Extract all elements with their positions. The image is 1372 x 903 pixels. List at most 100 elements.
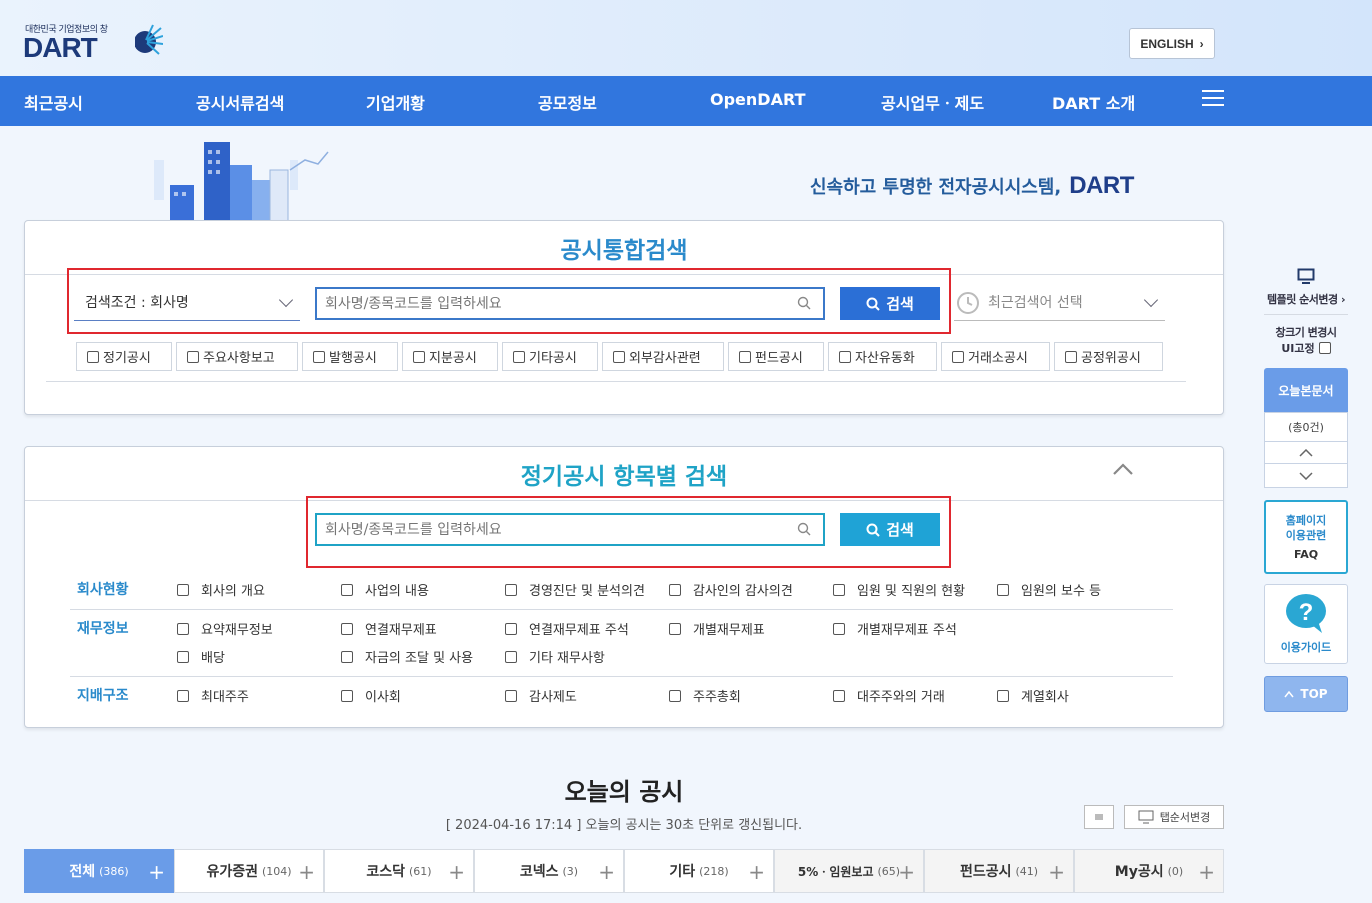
plus-icon[interactable]: +: [898, 860, 915, 884]
item-checkbox[interactable]: 회사의 개요: [177, 580, 265, 599]
item-checkbox[interactable]: 감사제도: [505, 686, 577, 705]
nav-item-opendart[interactable]: OpenDART: [710, 90, 805, 109]
plus-icon[interactable]: +: [448, 860, 465, 884]
tab-konex[interactable]: 코넥스 (3) +: [474, 849, 624, 893]
slogan: 신속하고 투명한 전자공시시스템, DART: [810, 172, 1134, 200]
periodic-search-field[interactable]: [325, 521, 765, 538]
tab-order-label: 탭순서변경: [1159, 811, 1211, 824]
item-label: 개별재무제표 주석: [857, 623, 957, 638]
tab-my[interactable]: My공시 (0) +: [1074, 849, 1224, 893]
divider: [70, 676, 1173, 677]
recent-search-select[interactable]: 최근검색어 선택: [954, 283, 1165, 321]
tab-kospi[interactable]: 유가증권 (104) +: [174, 849, 324, 893]
integrated-search-input[interactable]: [315, 287, 825, 320]
scroll-up-button[interactable]: [1264, 442, 1348, 464]
integrated-search-field[interactable]: [325, 295, 765, 312]
tab-etc[interactable]: 기타 (218) +: [624, 849, 774, 893]
item-checkbox[interactable]: 임원의 보수 등: [997, 580, 1101, 599]
tab-label: 유가증권: [206, 864, 258, 880]
tab-kosdaq[interactable]: 코스닥 (61) +: [324, 849, 474, 893]
integrated-search-button[interactable]: 검색: [840, 287, 940, 320]
search-button-label: 검색: [886, 521, 914, 539]
nav-item-company[interactable]: 기업개황: [366, 90, 425, 114]
filter-equity[interactable]: 지분공시: [402, 342, 498, 371]
logo-burst-icon: [135, 24, 163, 55]
item-label: 주주총회: [693, 690, 741, 705]
plus-icon[interactable]: +: [148, 860, 165, 884]
guide-button[interactable]: ? 이용가이드: [1264, 584, 1348, 664]
filter-other[interactable]: 기타공시: [502, 342, 598, 371]
chevron-up-icon[interactable]: [1112, 462, 1134, 476]
recent-search-label: 최근검색어 선택: [988, 294, 1083, 311]
item-checkbox[interactable]: 연결재무제표 주석: [505, 619, 629, 638]
filter-fund[interactable]: 펀드공시: [728, 342, 824, 371]
tab-all[interactable]: 전체 (386) +: [24, 849, 174, 893]
ui-fix-toggle[interactable]: UI고정: [1260, 340, 1352, 356]
item-checkbox[interactable]: 배당: [177, 647, 225, 666]
dart-logo[interactable]: DART: [23, 32, 98, 64]
today-docs-header[interactable]: 오늘본문서: [1264, 368, 1348, 412]
english-button[interactable]: ENGLISH ›: [1129, 28, 1215, 59]
tab-label: 펀드공시: [959, 864, 1012, 880]
nav-item-recent[interactable]: 최근공시: [24, 90, 83, 114]
homepage-faq-button[interactable]: 홈페이지 이용관련 FAQ: [1264, 500, 1348, 574]
item-checkbox[interactable]: 기타 재무사항: [505, 647, 605, 666]
item-checkbox[interactable]: 요약재무정보: [177, 619, 273, 638]
template-order-link[interactable]: 템플릿 순서변경 ›: [1260, 291, 1352, 307]
item-label: 계열회사: [1021, 690, 1069, 705]
filter-issuance[interactable]: 발행공시: [302, 342, 398, 371]
item-checkbox[interactable]: 계열회사: [997, 686, 1069, 705]
item-checkbox[interactable]: 감사인의 감사의견: [669, 580, 793, 599]
filter-major[interactable]: 주요사항보고: [176, 342, 298, 371]
plus-icon[interactable]: +: [748, 860, 765, 884]
scroll-down-button[interactable]: [1264, 464, 1348, 488]
grid-view-button[interactable]: [1084, 805, 1114, 829]
top-button[interactable]: TOP: [1264, 676, 1348, 712]
slogan-brand: DART: [1069, 172, 1134, 199]
template-order-label: 템플릿 순서변경: [1266, 293, 1338, 306]
item-label: 대주주와의 거래: [857, 690, 945, 705]
plus-icon[interactable]: +: [1198, 860, 1215, 884]
item-label: 사업의 내용: [365, 584, 429, 599]
item-checkbox[interactable]: 임원 및 직원의 현황: [833, 580, 965, 599]
item-checkbox[interactable]: 사업의 내용: [341, 580, 429, 599]
filter-audit[interactable]: 외부감사관련: [602, 342, 724, 371]
filter-periodic[interactable]: 정기공시: [76, 342, 172, 371]
item-checkbox[interactable]: 개별재무제표: [669, 619, 765, 638]
nav-item-system[interactable]: 공시업무ㆍ제도: [881, 90, 984, 114]
filter-ftc[interactable]: 공정위공시: [1054, 342, 1163, 371]
plus-icon[interactable]: +: [598, 860, 615, 884]
filter-exchange[interactable]: 거래소공시: [941, 342, 1050, 371]
item-checkbox[interactable]: 최대주주: [177, 686, 249, 705]
item-checkbox[interactable]: 개별재무제표 주석: [833, 619, 957, 638]
filter-label: 주요사항보고: [203, 351, 275, 366]
search-condition-select[interactable]: 검색조건 : 회사명: [74, 283, 300, 321]
plus-icon[interactable]: +: [1048, 860, 1065, 884]
item-checkbox[interactable]: 자금의 조달 및 사용: [341, 647, 473, 666]
ui-fix-checkbox[interactable]: [1318, 342, 1331, 354]
item-checkbox[interactable]: 이사회: [341, 686, 401, 705]
integrated-search-title: 공시통합검색: [560, 238, 688, 264]
item-checkbox[interactable]: 대주주와의 거래: [833, 686, 945, 705]
periodic-search-input[interactable]: [315, 513, 825, 546]
item-checkbox[interactable]: 경영진단 및 분석의견: [505, 580, 645, 599]
nav-item-offering[interactable]: 공모정보: [538, 90, 597, 114]
nav-item-about[interactable]: DART 소개: [1052, 90, 1135, 114]
item-label: 기타 재무사항: [529, 651, 605, 666]
periodic-search-button[interactable]: 검색: [840, 513, 940, 546]
nav-item-doc-search[interactable]: 공시서류검색: [196, 90, 284, 114]
faq-label: FAQ: [1293, 548, 1319, 561]
group-label-company: 회사현황: [77, 582, 129, 598]
tab-five-percent[interactable]: 5%ㆍ임원보고 (65) +: [774, 849, 924, 893]
plus-icon[interactable]: +: [298, 860, 315, 884]
item-checkbox[interactable]: 연결재무제표: [341, 619, 437, 638]
item-label: 경영진단 및 분석의견: [529, 584, 645, 599]
slogan-text: 신속하고 투명한 전자공시시스템,: [810, 177, 1062, 198]
filter-label: 외부감사관련: [629, 351, 701, 366]
tab-order-button[interactable]: 탭순서변경: [1124, 805, 1224, 829]
hamburger-menu-icon[interactable]: [1202, 90, 1224, 108]
item-checkbox[interactable]: 주주총회: [669, 686, 741, 705]
filter-abs[interactable]: 자산유동화: [828, 342, 937, 371]
tab-fund[interactable]: 펀드공시 (41) +: [924, 849, 1074, 893]
tab-label: 5%ㆍ임원보고: [797, 864, 874, 879]
